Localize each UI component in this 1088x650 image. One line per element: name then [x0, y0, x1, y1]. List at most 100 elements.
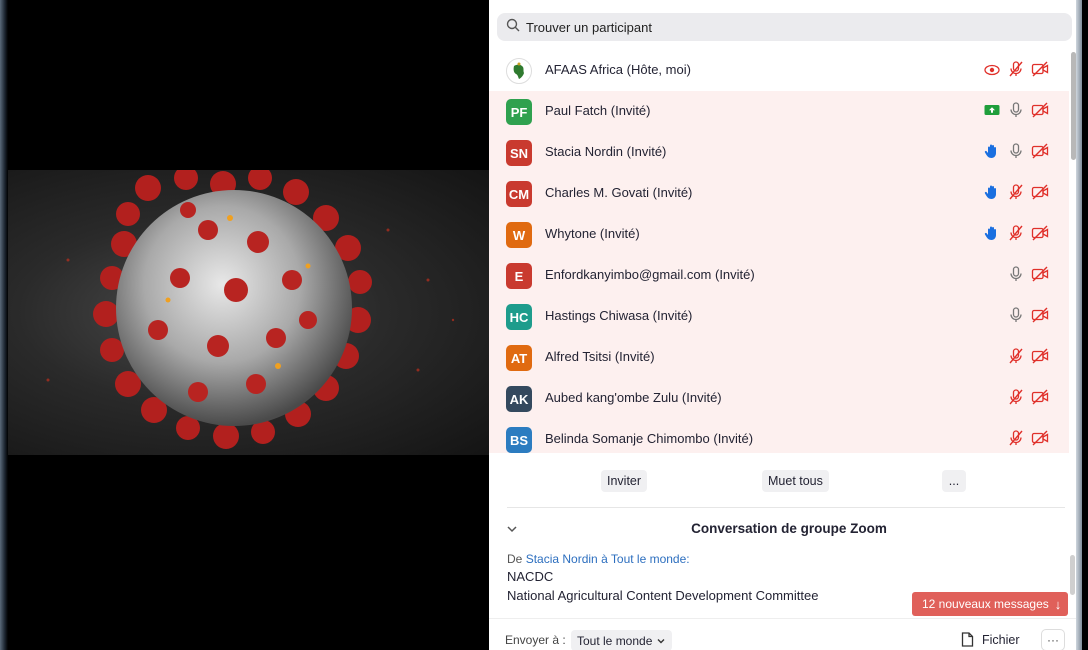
send-to-label: Envoyer à :	[505, 633, 566, 647]
afaas-logo-avatar	[506, 58, 532, 84]
participant-status-icons	[983, 183, 1049, 201]
video-off-icon[interactable]	[1031, 224, 1049, 242]
meta-to: à	[601, 552, 608, 566]
shared-video	[8, 170, 489, 455]
divider	[507, 507, 1065, 508]
mic-muted-icon[interactable]	[1007, 429, 1025, 447]
arrow-down-icon: ↓	[1054, 596, 1062, 612]
file-button[interactable]: Fichier	[961, 632, 1020, 647]
chat-scrollbar[interactable]	[1069, 555, 1076, 605]
new-messages-label: 12 nouveaux messages	[922, 597, 1049, 611]
video-off-icon[interactable]	[1031, 142, 1049, 160]
chat-scroll-thumb[interactable]	[1070, 555, 1075, 595]
video-off-icon[interactable]	[1031, 429, 1049, 447]
video-off-icon[interactable]	[1031, 347, 1049, 365]
participant-name: Alfred Tsitsi (Invité)	[545, 349, 655, 364]
participant-name: Charles M. Govati (Invité)	[545, 185, 693, 200]
participant-actions: Inviter Muet tous ...	[489, 466, 1069, 496]
participant-status-icons	[983, 60, 1049, 78]
video-off-icon[interactable]	[1031, 265, 1049, 283]
search-input[interactable]: Trouver un participant	[526, 20, 652, 35]
participant-row[interactable]: E Enfordkanyimbo@gmail.com (Invité)	[489, 255, 1069, 296]
participant-row[interactable]: SN Stacia Nordin (Invité)	[489, 132, 1069, 173]
raised-hand-icon[interactable]	[983, 224, 1001, 242]
avatar: SN	[506, 140, 532, 166]
file-label: Fichier	[982, 632, 1020, 647]
avatar: W	[506, 222, 532, 248]
chat-recipient[interactable]: Tout le monde:	[611, 552, 690, 566]
mic-muted-icon[interactable]	[1007, 347, 1025, 365]
participants-panel: Trouver un participant AFAAS Africa (Hôt…	[489, 0, 1082, 650]
avatar: PF	[506, 99, 532, 125]
mic-icon[interactable]	[1007, 306, 1025, 324]
meta-from: De	[507, 552, 523, 566]
file-icon	[961, 632, 974, 647]
invite-button[interactable]: Inviter	[601, 470, 648, 492]
video-off-icon[interactable]	[1031, 306, 1049, 324]
mic-icon[interactable]	[1007, 101, 1025, 119]
avatar: BS	[506, 427, 532, 453]
chat-meta: De Stacia Nordin à Tout le monde:	[507, 552, 1067, 566]
mic-muted-icon[interactable]	[1007, 183, 1025, 201]
virus-image	[46, 170, 455, 449]
participant-name: Belinda Somanje Chimombo (Invité)	[545, 431, 754, 446]
participant-status-icons	[983, 224, 1049, 242]
chat-header: Conversation de groupe Zoom	[489, 516, 1069, 542]
participant-row[interactable]: AT Alfred Tsitsi (Invité)	[489, 337, 1069, 378]
avatar: AT	[506, 345, 532, 371]
chevron-down-icon	[657, 638, 665, 643]
send-to-dropdown[interactable]: Tout le monde	[571, 630, 673, 650]
screen-share-icon[interactable]	[983, 101, 1001, 119]
new-messages-button[interactable]: 12 nouveaux messages ↓	[912, 592, 1068, 616]
raised-hand-icon[interactable]	[983, 142, 1001, 160]
chat-footer: Envoyer à : Tout le monde Fichier ···	[489, 618, 1082, 650]
participant-name: Paul Fatch (Invité)	[545, 103, 651, 118]
mic-muted-icon[interactable]	[1007, 60, 1025, 78]
video-off-icon[interactable]	[1031, 101, 1049, 119]
video-pane	[0, 0, 489, 650]
participant-status-icons	[1007, 265, 1049, 283]
participant-status-icons	[983, 101, 1049, 119]
avatar: AK	[506, 386, 532, 412]
more-options-button[interactable]: ...	[942, 470, 966, 492]
participant-status-icons	[983, 142, 1049, 160]
participant-row[interactable]: HC Hastings Chiwasa (Invité)	[489, 296, 1069, 337]
participant-name: Whytone (Invité)	[545, 226, 640, 241]
participant-name: Aubed kang'ombe Zulu (Invité)	[545, 390, 722, 405]
participant-row[interactable]: AK Aubed kang'ombe Zulu (Invité)	[489, 378, 1069, 419]
video-off-icon[interactable]	[1031, 60, 1049, 78]
participant-name: Hastings Chiwasa (Invité)	[545, 308, 693, 323]
participant-row[interactable]: W Whytone (Invité)	[489, 214, 1069, 255]
video-off-icon[interactable]	[1031, 388, 1049, 406]
mic-icon[interactable]	[1007, 142, 1025, 160]
avatar: HC	[506, 304, 532, 330]
participant-row[interactable]: CM Charles M. Govati (Invité)	[489, 173, 1069, 214]
send-to-value: Tout le monde	[577, 633, 653, 648]
mute-all-button[interactable]: Muet tous	[762, 470, 829, 492]
search-participant[interactable]: Trouver un participant	[497, 13, 1072, 41]
participant-status-icons	[1007, 347, 1049, 365]
chat-sender[interactable]: Stacia Nordin	[526, 552, 598, 566]
chat-title: Conversation de groupe Zoom	[691, 521, 887, 536]
participant-list: AFAAS Africa (Hôte, moi) PF Paul Fatch (In…	[489, 50, 1069, 453]
video-off-icon[interactable]	[1031, 183, 1049, 201]
participant-status-icons	[1007, 429, 1049, 447]
participant-row[interactable]: PF Paul Fatch (Invité)	[489, 91, 1069, 132]
avatar: E	[506, 263, 532, 289]
participant-name: Stacia Nordin (Invité)	[545, 144, 667, 159]
participant-name: AFAAS Africa (Hôte, moi)	[545, 62, 691, 77]
search-icon	[506, 18, 520, 37]
mic-icon[interactable]	[1007, 265, 1025, 283]
raised-hand-icon[interactable]	[983, 183, 1001, 201]
screen-share-off-icon[interactable]	[983, 60, 1001, 78]
mic-muted-icon[interactable]	[1007, 388, 1025, 406]
window-edge	[0, 0, 8, 650]
avatar: CM	[506, 181, 532, 207]
chat-more-button[interactable]: ···	[1041, 629, 1065, 650]
participant-row[interactable]: BS Belinda Somanje Chimombo (Invité)	[489, 419, 1069, 453]
participant-row[interactable]: AFAAS Africa (Hôte, moi)	[489, 50, 1069, 91]
participant-name: Enfordkanyimbo@gmail.com (Invité)	[545, 267, 755, 282]
participant-status-icons	[1007, 388, 1049, 406]
participant-status-icons	[1007, 306, 1049, 324]
mic-muted-icon[interactable]	[1007, 224, 1025, 242]
